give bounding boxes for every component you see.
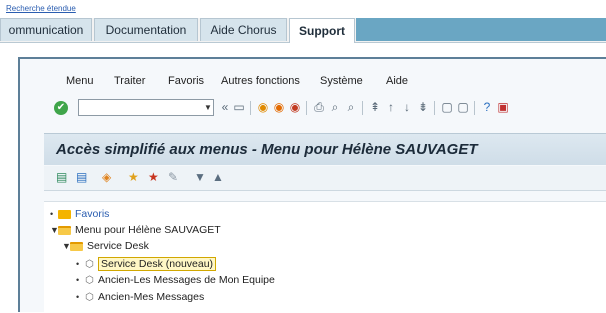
- tree-label-service-desk-nouveau: Service Desk (nouveau): [98, 257, 217, 271]
- shortcut-icon[interactable]: ▢: [456, 100, 470, 115]
- portal-tab-bar: ommunication Documentation Aide Chorus S…: [0, 18, 606, 43]
- previous-page-icon[interactable]: ↑: [384, 100, 398, 115]
- move-up-icon[interactable]: ▲: [212, 170, 224, 184]
- tab-communication[interactable]: ommunication: [0, 18, 92, 41]
- history-back-icon[interactable]: «: [218, 100, 232, 115]
- toolbar-separator: [306, 101, 307, 115]
- user-menu-icon[interactable]: ▤: [76, 170, 87, 184]
- menu-traiter[interactable]: Traiter: [114, 75, 145, 87]
- tree-label-menu-root: Menu pour Hélène SAUVAGET: [75, 224, 221, 236]
- tab-aide-chorus[interactable]: Aide Chorus: [200, 18, 287, 41]
- tree-node-menu-root[interactable]: ▼ Menu pour Hélène SAUVAGET: [50, 224, 221, 236]
- menu-favoris[interactable]: Favoris: [168, 75, 204, 87]
- other-menu-icon[interactable]: ◈: [102, 170, 111, 184]
- tree-node-service-desk[interactable]: ▼ Service Desk: [62, 240, 149, 252]
- tree-label-ancien-equipe: Ancien-Les Messages de Mon Equipe: [98, 274, 275, 286]
- sap-menubar: Menu Traiter Favoris Autres fonctions Sy…: [20, 73, 606, 93]
- transaction-icon: ⬡: [85, 291, 94, 303]
- page-title: Accès simplifié aux menus - Menu pour Hé…: [56, 141, 478, 158]
- bullet-icon: •: [76, 259, 80, 269]
- toolbar-separator: [250, 101, 251, 115]
- tab-bar-filler: [356, 18, 606, 41]
- delete-favorite-icon[interactable]: ★: [148, 170, 159, 184]
- tree-label-favoris: Favoris: [75, 208, 110, 220]
- menu-tree: • Favoris ▼ Menu pour Hélène SAUVAGET ▼ …: [44, 201, 606, 313]
- tree-label-ancien-mes-messages: Ancien-Mes Messages: [98, 291, 205, 303]
- expanded-arrow-icon: ▼: [50, 225, 59, 235]
- move-down-icon[interactable]: ▼: [194, 170, 206, 184]
- transaction-icon: ⬡: [85, 274, 94, 286]
- tab-support[interactable]: Support: [289, 18, 355, 43]
- transaction-icon: ⬡: [85, 258, 94, 270]
- bullet-icon: •: [50, 209, 54, 219]
- tree-node-service-desk-nouveau[interactable]: • ⬡ Service Desk (nouveau): [76, 257, 217, 271]
- find-icon[interactable]: ⌕: [328, 100, 342, 115]
- menu-systeme[interactable]: Système: [320, 75, 363, 87]
- tree-node-ancien-mes-messages[interactable]: • ⬡ Ancien-Mes Messages: [76, 291, 204, 303]
- expanded-arrow-icon: ▼: [62, 241, 71, 251]
- sap-window: Menu Traiter Favoris Autres fonctions Sy…: [18, 57, 606, 313]
- customize-layout-icon[interactable]: ▣: [496, 100, 510, 115]
- print-icon[interactable]: ⎙: [312, 100, 326, 115]
- help-icon[interactable]: ?: [480, 100, 494, 115]
- toolbar-separator: [362, 101, 363, 115]
- bullet-icon: •: [76, 292, 80, 302]
- tree-node-ancien-equipe[interactable]: • ⬡ Ancien-Les Messages de Mon Equipe: [76, 274, 275, 286]
- menu-aide[interactable]: Aide: [386, 75, 408, 87]
- back-icon[interactable]: ◉: [256, 100, 270, 115]
- sap-menu-icon[interactable]: ▤: [56, 170, 67, 184]
- menu-menu[interactable]: Menu: [66, 75, 94, 87]
- standard-toolbar: ✔ ▼ « ▭ ◉ ◉ ◉ ⎙ ⌕ ⌕ ⇞ ↑ ↓ ⇟ ▢ ▢ ? ▣: [20, 97, 606, 121]
- tree-node-favoris[interactable]: • Favoris: [50, 208, 109, 220]
- title-bar: Accès simplifié aux menus - Menu pour Hé…: [44, 133, 606, 165]
- open-folder-icon: [70, 241, 83, 251]
- toolbar-separator: [474, 101, 475, 115]
- bullet-icon: •: [76, 275, 80, 285]
- tab-documentation[interactable]: Documentation: [94, 18, 198, 41]
- tree-label-service-desk: Service Desk: [87, 240, 149, 252]
- last-page-icon[interactable]: ⇟: [416, 100, 430, 115]
- application-toolbar: ▤ ▤ ◈ ★ ★ ✎ ▼ ▲: [44, 166, 606, 191]
- cancel-icon[interactable]: ◉: [288, 100, 302, 115]
- next-page-icon[interactable]: ↓: [400, 100, 414, 115]
- change-favorite-icon[interactable]: ✎: [168, 170, 178, 184]
- first-page-icon[interactable]: ⇞: [368, 100, 382, 115]
- save-icon[interactable]: ▭: [232, 100, 246, 115]
- folder-icon: [58, 209, 71, 219]
- open-folder-icon: [58, 225, 71, 235]
- advanced-search-link[interactable]: Recherche étendue: [6, 4, 76, 13]
- add-favorite-icon[interactable]: ★: [128, 170, 139, 184]
- ok-icon[interactable]: ✔: [54, 101, 68, 115]
- menu-autres-fonctions[interactable]: Autres fonctions: [221, 75, 300, 87]
- command-dropdown-icon[interactable]: ▼: [204, 103, 212, 112]
- command-field[interactable]: [78, 99, 214, 116]
- new-session-icon[interactable]: ▢: [440, 100, 454, 115]
- exit-icon[interactable]: ◉: [272, 100, 286, 115]
- toolbar-separator: [434, 101, 435, 115]
- find-next-icon[interactable]: ⌕: [344, 100, 358, 115]
